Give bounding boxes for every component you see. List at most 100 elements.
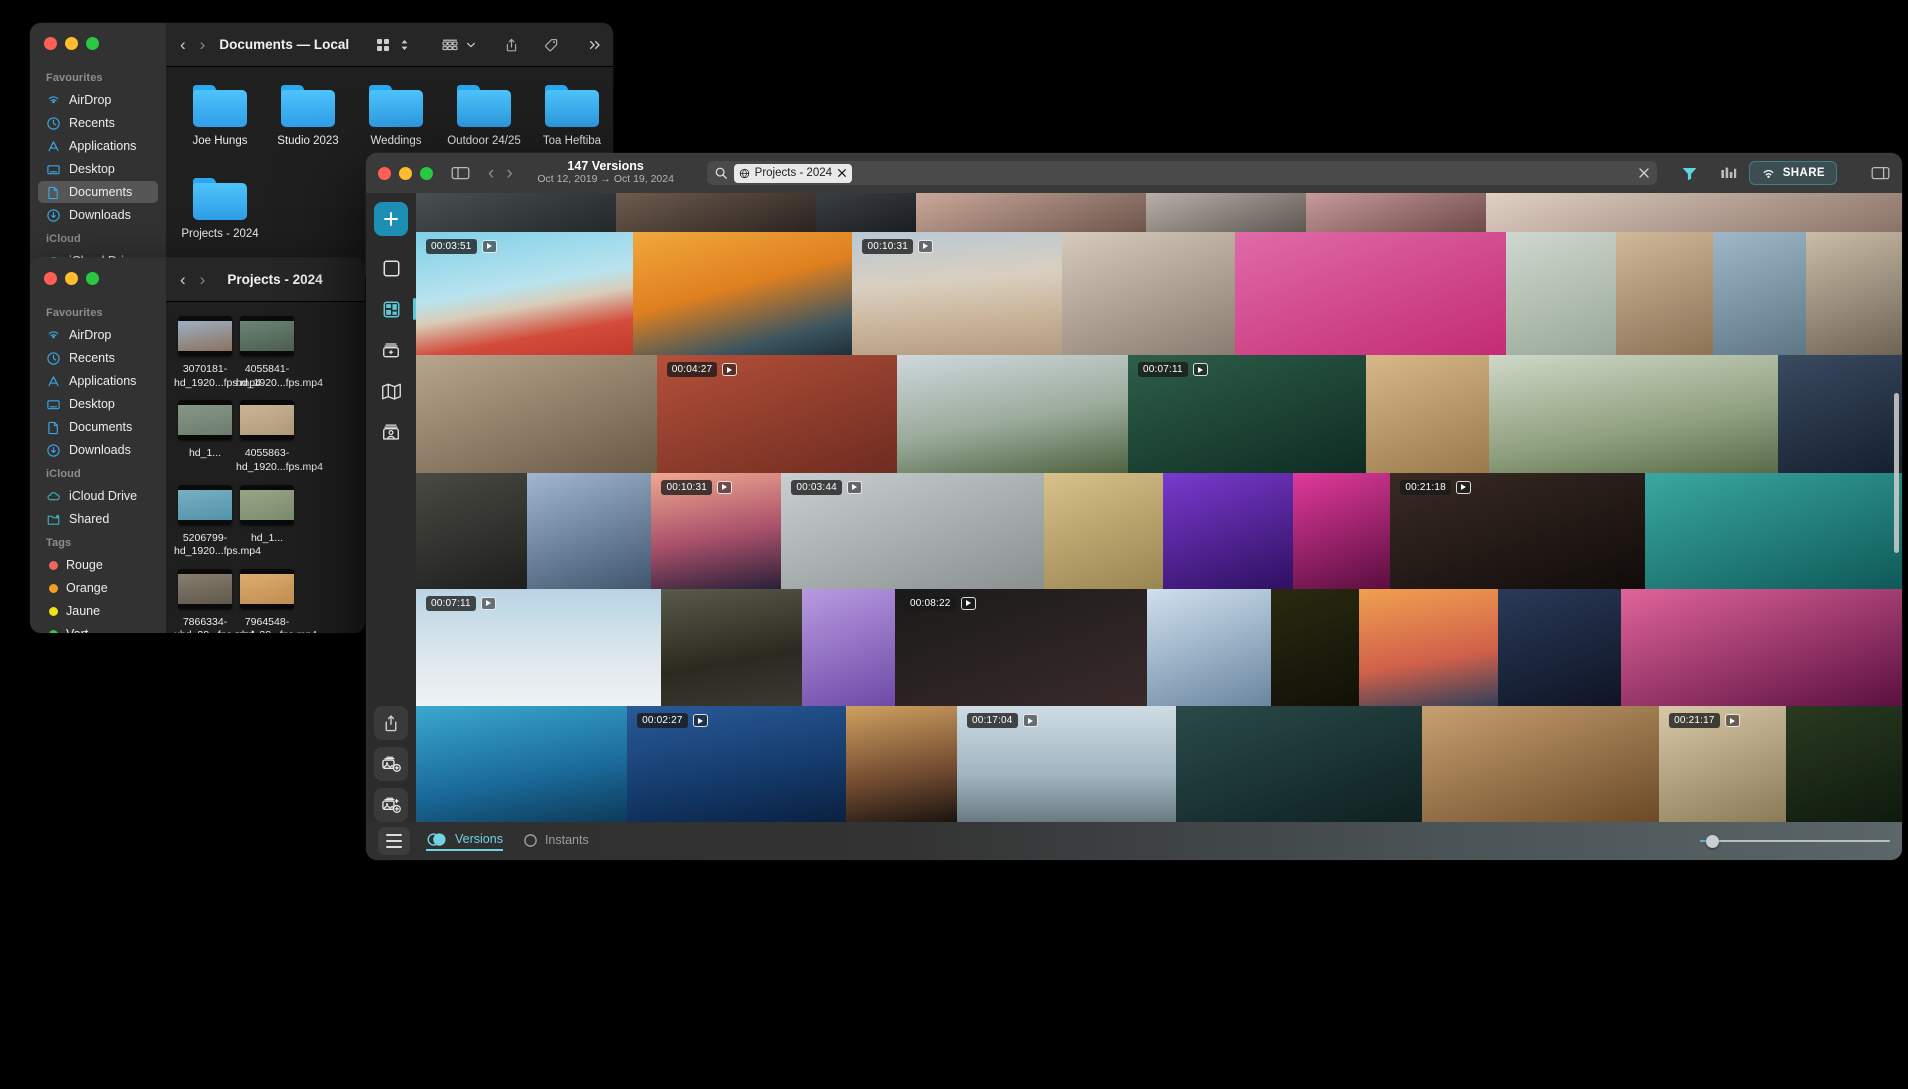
media-thumbnail[interactable]: 00:03:44 xyxy=(781,472,1044,589)
maximize-button[interactable] xyxy=(420,166,433,180)
tool-rail[interactable] xyxy=(366,193,416,822)
media-thumbnail[interactable] xyxy=(416,355,657,473)
media-thumbnail[interactable] xyxy=(1505,231,1617,356)
media-thumbnail[interactable]: 00:10:31 xyxy=(651,472,782,589)
inspector-panel-icon[interactable] xyxy=(1871,165,1890,181)
file-item[interactable]: 7964548-uhd_38...fps.mp4 xyxy=(236,568,317,633)
media-thumbnail[interactable] xyxy=(1176,706,1422,822)
add-button[interactable] xyxy=(374,202,408,236)
media-thumbnail[interactable] xyxy=(526,472,652,589)
media-thumbnail[interactable]: 00:07:11 xyxy=(416,588,661,707)
window-controls-app[interactable] xyxy=(378,166,433,180)
sidebar-item-airdrop[interactable]: AirDrop xyxy=(38,89,158,111)
media-thumbnail[interactable] xyxy=(660,588,803,707)
vertical-scrollbar[interactable] xyxy=(1894,393,1899,553)
media-thumbnail[interactable] xyxy=(616,193,816,232)
close-button[interactable] xyxy=(378,166,391,180)
mosaic-gallery[interactable]: 00:03:51 00:10:31 00:04:27 00:07:11 00:10:31… xyxy=(416,193,1902,822)
sidebar-item-documents[interactable]: Documents xyxy=(38,416,158,438)
chevron-down-icon[interactable] xyxy=(466,37,476,53)
back-chevron-icon[interactable]: ‹ xyxy=(488,164,494,183)
clear-icon[interactable] xyxy=(1638,167,1650,179)
close-button[interactable] xyxy=(44,37,57,50)
play-icon[interactable] xyxy=(1724,714,1740,728)
media-thumbnail[interactable]: 00:02:27 xyxy=(627,706,847,822)
file-item[interactable]: 4055863- hd_1920...fps.mp4 xyxy=(236,400,323,474)
folder-item[interactable]: Outdoor 24/25 xyxy=(440,85,528,148)
sidebar-item-applications[interactable]: Applications xyxy=(38,135,158,157)
finder-back-toolbar[interactable]: ‹ › Documents — Local xyxy=(166,23,613,67)
media-thumbnail[interactable]: 00:21:18 xyxy=(1390,472,1645,589)
media-thumbnail[interactable] xyxy=(1777,355,1902,473)
media-thumbnail[interactable] xyxy=(1358,588,1498,707)
folder-item[interactable]: Studio 2023 xyxy=(264,85,352,148)
file-item[interactable]: 4055841- hd_1920...fps.mp4 xyxy=(236,316,323,390)
media-thumbnail[interactable]: 00:08:22 xyxy=(895,588,1148,707)
media-thumbnail[interactable]: 00:04:27 xyxy=(656,355,898,473)
media-thumbnail[interactable] xyxy=(1616,231,1714,356)
map-button[interactable] xyxy=(374,374,408,408)
media-thumbnail[interactable] xyxy=(1270,588,1359,707)
sidebar-item-tag-rouge[interactable]: Rouge xyxy=(38,554,158,576)
close-button[interactable] xyxy=(44,272,57,285)
sidebar-item-downloads[interactable]: Downloads xyxy=(38,204,158,226)
media-thumbnail[interactable] xyxy=(416,472,527,589)
finder-window-projects[interactable]: Favourites AirDrop Recents Applications … xyxy=(30,258,365,633)
photo-manager-window[interactable]: ‹ › 147 Versions Oct 12, 2019 → Oct 19, … xyxy=(366,153,1902,860)
bar-chart-icon[interactable] xyxy=(1720,165,1737,181)
add-media-button[interactable] xyxy=(374,747,408,781)
play-icon[interactable] xyxy=(1455,480,1471,494)
sidebar-item-desktop[interactable]: Desktop xyxy=(38,393,158,415)
forward-chevron-icon[interactable]: › xyxy=(200,36,206,53)
sort-icon[interactable] xyxy=(399,37,410,53)
forward-chevron-icon[interactable]: › xyxy=(506,164,512,183)
magic-button[interactable] xyxy=(374,333,408,367)
sidebar-item-applications[interactable]: Applications xyxy=(38,370,158,392)
media-thumbnail[interactable] xyxy=(1146,193,1306,232)
media-thumbnail[interactable]: 00:21:17 xyxy=(1659,706,1786,822)
media-thumbnail[interactable]: 00:10:31 xyxy=(852,231,1062,356)
finder-front-toolbar[interactable]: ‹ › Projects - 2024 xyxy=(166,258,365,302)
media-thumbnail[interactable] xyxy=(1366,355,1489,473)
filter-funnel-icon[interactable] xyxy=(1681,165,1698,181)
media-thumbnail[interactable] xyxy=(1497,588,1622,707)
file-item[interactable]: hd_1... xyxy=(174,400,236,474)
folder-item[interactable]: Projects - 2024 xyxy=(176,178,264,241)
file-item[interactable]: 5206799- hd_1920...fps.mp4 xyxy=(174,484,261,559)
group-icon[interactable] xyxy=(440,37,460,53)
play-icon[interactable] xyxy=(480,596,496,610)
people-button[interactable] xyxy=(374,415,408,449)
media-thumbnail[interactable] xyxy=(1805,231,1902,356)
tab-instants[interactable]: Instants xyxy=(523,833,589,850)
forward-chevron-icon[interactable]: › xyxy=(200,271,206,288)
media-thumbnail[interactable] xyxy=(916,193,1146,232)
single-view-button[interactable] xyxy=(374,251,408,285)
media-thumbnail[interactable]: 00:07:11 xyxy=(1127,355,1367,473)
play-icon[interactable] xyxy=(1022,714,1038,728)
search-token-folder[interactable]: Projects - 2024 xyxy=(733,163,853,183)
media-thumbnail[interactable] xyxy=(802,588,895,707)
more-icon[interactable] xyxy=(587,37,603,53)
app-status-bar[interactable]: Versions Instants xyxy=(366,822,1902,860)
file-item[interactable]: 7866334-uhd_38...fps.mp4 xyxy=(174,568,255,633)
folder-item[interactable]: Joe Hungs xyxy=(176,85,264,148)
back-chevron-icon[interactable]: ‹ xyxy=(180,36,186,53)
media-thumbnail[interactable]: 00:03:51 xyxy=(416,231,633,356)
enhance-media-button[interactable] xyxy=(374,788,408,822)
zoom-slider[interactable] xyxy=(1700,834,1890,848)
maximize-button[interactable] xyxy=(86,37,99,50)
media-thumbnail[interactable] xyxy=(816,193,916,232)
mosaic-view-button[interactable] xyxy=(374,292,416,326)
minimize-button[interactable] xyxy=(399,166,412,180)
play-icon[interactable] xyxy=(1192,363,1208,377)
folder-item[interactable]: Toa Heftiba xyxy=(528,85,613,148)
sidebar-item-downloads[interactable]: Downloads xyxy=(38,439,158,461)
play-icon[interactable] xyxy=(692,714,708,728)
slider-knob[interactable] xyxy=(1706,834,1719,848)
sidebar-item-tag-orange[interactable]: Orange xyxy=(38,577,158,599)
media-thumbnail[interactable] xyxy=(1621,588,1902,707)
share-button[interactable]: SHARE xyxy=(1748,161,1837,185)
media-thumbnail[interactable] xyxy=(897,355,1128,473)
media-thumbnail[interactable] xyxy=(1234,231,1506,356)
close-icon[interactable] xyxy=(837,168,847,178)
